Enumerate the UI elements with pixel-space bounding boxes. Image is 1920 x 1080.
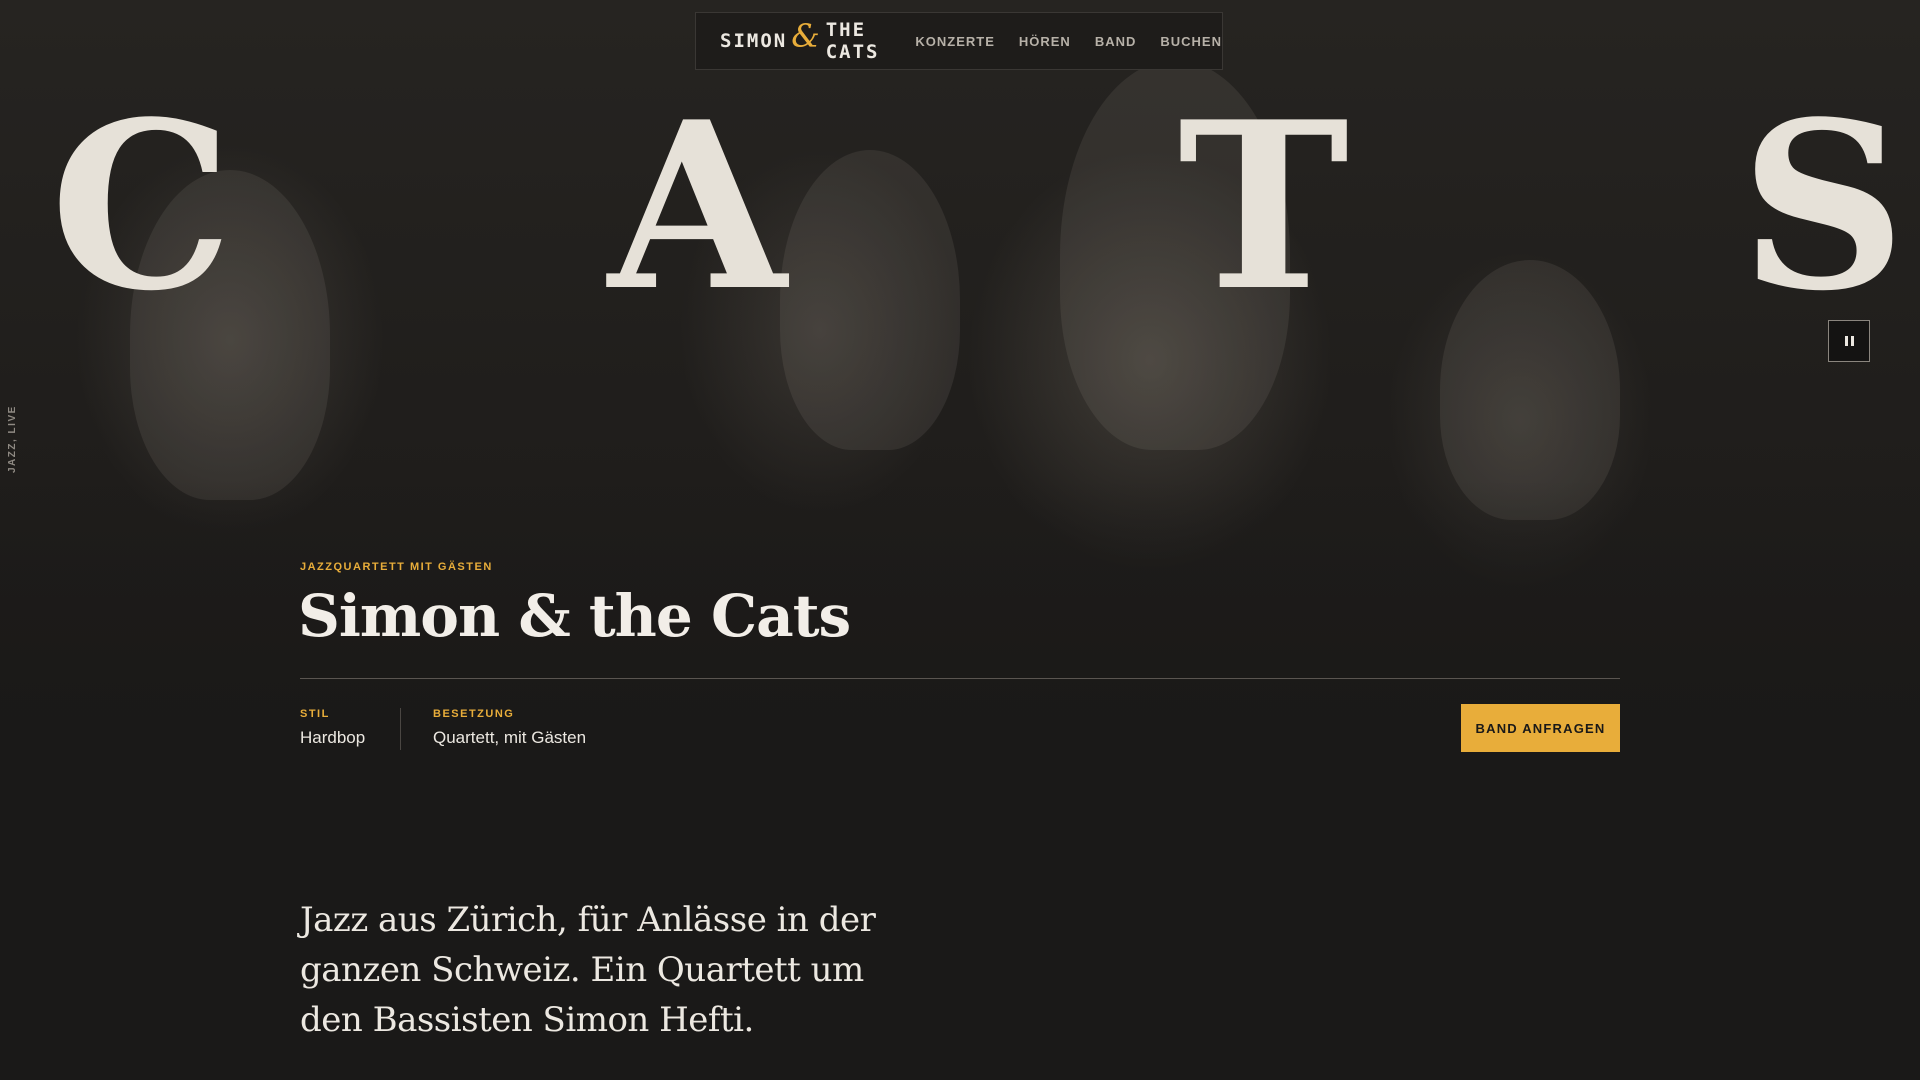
nav-link-hoeren[interactable]: HÖREN	[1019, 34, 1071, 49]
meta-besetzung: BESETZUNG Quartett, mit Gästen	[433, 708, 586, 748]
meta-stil: STIL Hardbop	[300, 708, 365, 748]
nav-link-band[interactable]: BAND	[1095, 34, 1137, 49]
logo[interactable]: SIMON & THE CATS	[720, 17, 891, 63]
band-anfragen-button[interactable]: BAND ANFRAGEN	[1461, 704, 1620, 752]
hero-letter-s: S	[1740, 72, 1907, 342]
meta-divider	[400, 708, 401, 750]
nav-links: KONZERTE HÖREN BAND BUCHEN	[915, 34, 1222, 49]
divider	[300, 678, 1620, 679]
band-eyebrow: JAZZQUARTETT MIT GÄSTEN	[300, 561, 493, 573]
hero-fade	[0, 480, 1920, 800]
top-navigation: SIMON & THE CATS KONZERTE HÖREN BAND BUC…	[695, 12, 1223, 70]
pause-icon	[1844, 336, 1848, 346]
hero-letter-a: A	[608, 72, 787, 342]
intro-text: Jazz aus Zürich, für Anlässe in der ganz…	[300, 900, 876, 1040]
hero-letter-t: T	[1178, 72, 1350, 342]
hero-video-background	[0, 0, 1920, 800]
logo-ampersand: &	[791, 17, 822, 55]
meta-value: Hardbop	[300, 728, 366, 747]
nav-link-konzerte[interactable]: KONZERTE	[915, 34, 995, 49]
side-label: JAZZ, LIVE	[7, 405, 18, 473]
pause-icon-bar	[1850, 336, 1854, 346]
meta-value: Quartett, mit Gästen	[433, 728, 587, 747]
logo-text-left: SIMON	[720, 30, 788, 52]
meta-label: BESETZUNG	[433, 708, 515, 720]
band-title: Simon & the Cats	[298, 582, 851, 650]
meta-label: STIL	[300, 708, 330, 720]
hero-letter-c: C	[50, 72, 234, 342]
video-pause-button[interactable]	[1828, 320, 1870, 362]
musician-bassist	[780, 150, 960, 450]
nav-link-buchen[interactable]: BUCHEN	[1160, 34, 1222, 49]
logo-text-right: THE CATS	[825, 19, 880, 63]
